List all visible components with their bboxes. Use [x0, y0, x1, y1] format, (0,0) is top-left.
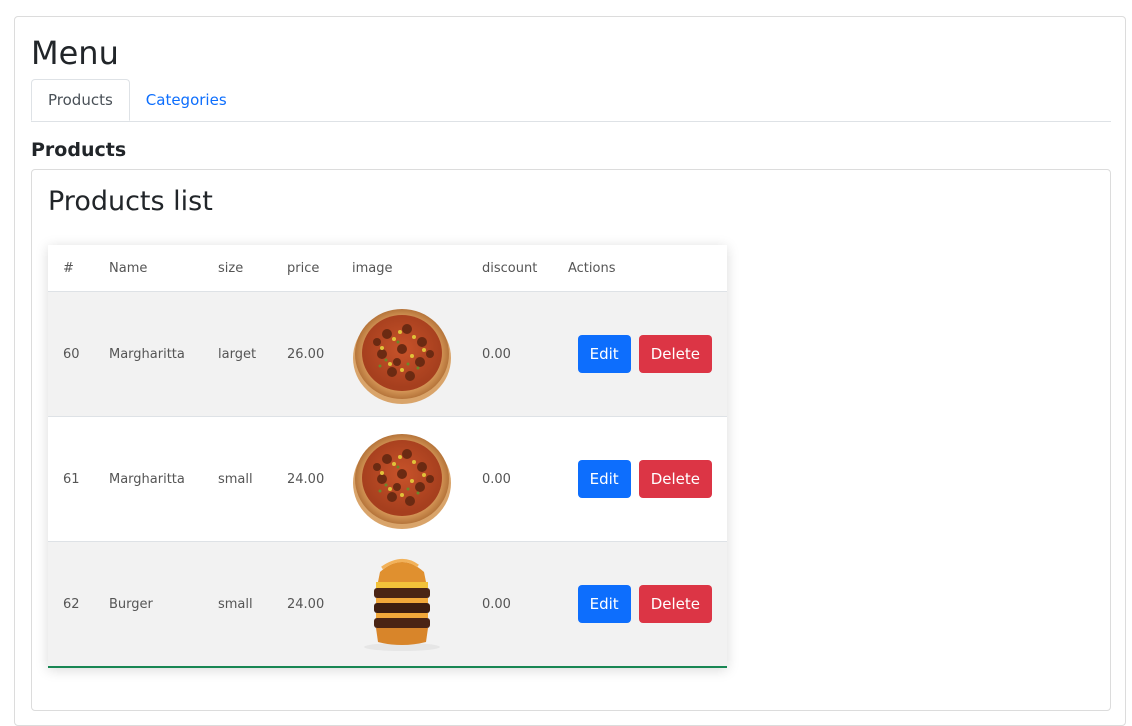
cell-actions: Edit Delete — [553, 541, 727, 666]
column-header-name: Name — [94, 245, 203, 292]
table-row: 60 Margharitta larget 26.00 0.00 Edit De… — [48, 291, 727, 417]
pizza-image — [352, 304, 452, 404]
cell-size: small — [203, 416, 272, 542]
cell-id: 62 — [48, 541, 94, 666]
table-row: 62 Burger small 24.00 0.00 Edit Delete — [48, 541, 727, 666]
edit-button[interactable]: Edit — [577, 335, 631, 373]
delete-button[interactable]: Delete — [638, 585, 712, 623]
page-title: Menu — [31, 34, 119, 72]
cell-discount: 0.00 — [467, 291, 553, 417]
cell-discount: 0.00 — [467, 541, 553, 666]
column-header-discount: discount — [467, 245, 553, 292]
cell-actions: Edit Delete — [553, 291, 727, 417]
delete-button[interactable]: Delete — [638, 460, 712, 498]
products-list-title: Products list — [48, 186, 213, 217]
tab-products[interactable]: Products — [31, 79, 130, 121]
cell-id: 61 — [48, 416, 94, 542]
edit-button[interactable]: Edit — [577, 460, 631, 498]
cell-price: 26.00 — [272, 291, 337, 417]
products-card: Products list # Name size price image di… — [31, 169, 1111, 711]
products-table-container: # Name size price image discount Actions… — [48, 245, 727, 668]
section-title: Products — [31, 139, 127, 161]
cell-image — [337, 541, 467, 666]
column-header-image: image — [337, 245, 467, 292]
cell-name: Burger — [94, 541, 203, 666]
column-header-id: # — [48, 245, 94, 292]
cell-id: 60 — [48, 291, 94, 417]
column-header-actions: Actions — [553, 245, 727, 292]
edit-button[interactable]: Edit — [577, 585, 631, 623]
cell-actions: Edit Delete — [553, 416, 727, 542]
cell-size: small — [203, 541, 272, 666]
cell-name: Margharitta — [94, 291, 203, 417]
tab-categories[interactable]: Categories — [130, 79, 243, 120]
products-table: # Name size price image discount Actions… — [48, 245, 727, 666]
delete-button[interactable]: Delete — [638, 335, 712, 373]
pizza-image — [352, 429, 452, 529]
cell-image — [337, 416, 467, 542]
cell-price: 24.00 — [272, 416, 337, 542]
cell-image — [337, 291, 467, 417]
cell-discount: 0.00 — [467, 416, 553, 542]
cell-name: Margharitta — [94, 416, 203, 542]
burger-image — [352, 554, 452, 654]
cell-price: 24.00 — [272, 541, 337, 666]
column-header-price: price — [272, 245, 337, 292]
menu-card: Menu Products Categories Products Produc… — [14, 16, 1126, 726]
column-header-size: size — [203, 245, 272, 292]
table-header-row: # Name size price image discount Actions — [48, 245, 727, 292]
cell-size: larget — [203, 291, 272, 417]
table-row: 61 Margharitta small 24.00 0.00 Edit Del… — [48, 416, 727, 542]
tab-bar: Products Categories — [31, 79, 1111, 122]
